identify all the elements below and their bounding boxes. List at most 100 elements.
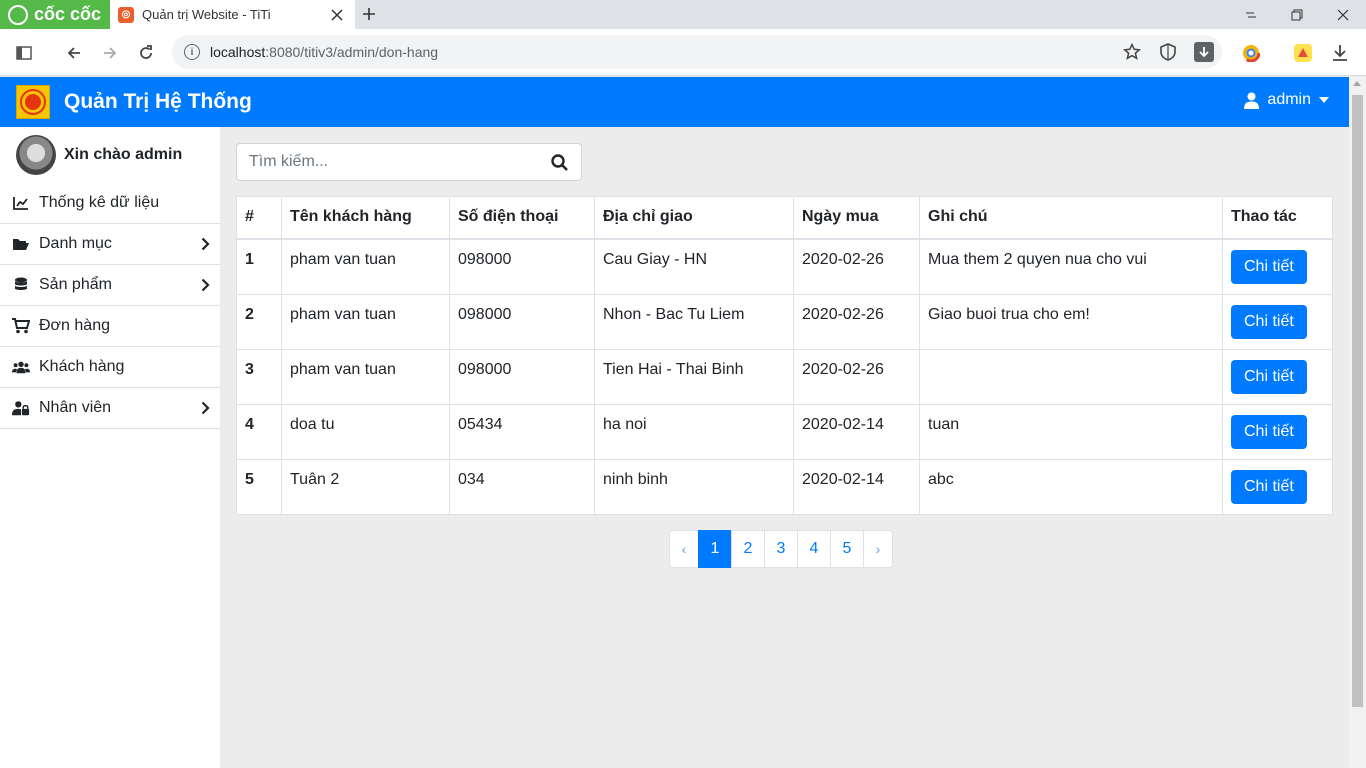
browser-tab[interactable]: ◎ Quản trị Website - TiTi xyxy=(110,0,355,29)
sidebar-greeting: Xin chào admin xyxy=(0,127,220,183)
page-scrollbar[interactable] xyxy=(1349,77,1366,768)
close-window-button[interactable] xyxy=(1320,0,1366,29)
scrollbar-thumb[interactable] xyxy=(1352,95,1363,707)
savior-extension-icon xyxy=(1294,44,1312,62)
bookmark-star-icon[interactable] xyxy=(1120,40,1144,64)
pagination-prev[interactable]: ‹ xyxy=(669,530,699,568)
pagination-page-3[interactable]: 3 xyxy=(764,530,798,568)
shield-icon[interactable] xyxy=(1156,40,1180,64)
close-tab-button[interactable] xyxy=(325,3,349,27)
cell-date: 2020-02-14 xyxy=(793,458,920,515)
detail-button[interactable]: Chi tiết xyxy=(1231,414,1307,449)
sidebar-item-products[interactable]: Sản phẩm xyxy=(0,265,220,306)
downloads-button[interactable] xyxy=(1327,40,1353,66)
column-header-date: Ngày mua xyxy=(793,196,920,240)
user-icon xyxy=(1244,92,1260,109)
browser-toolbar: i localhost:8080/titiv3/admin/don-hang xyxy=(0,29,1366,76)
reload-button[interactable] xyxy=(133,40,159,66)
sidebar-item-categories[interactable]: Danh mục xyxy=(0,224,220,265)
extension-button[interactable] xyxy=(1238,40,1264,66)
cell-customer-name: pham van tuan xyxy=(281,238,450,295)
download-page-icon[interactable] xyxy=(1192,40,1216,64)
forward-button[interactable] xyxy=(97,40,123,66)
cell-index: 4 xyxy=(236,403,282,460)
cell-address: ninh binh xyxy=(594,458,794,515)
detail-button[interactable]: Chi tiết xyxy=(1231,304,1307,339)
cell-date: 2020-02-26 xyxy=(793,293,920,350)
arrow-right-icon xyxy=(104,47,117,59)
user-dropdown[interactable]: admin xyxy=(1244,91,1329,109)
cell-note xyxy=(919,348,1223,405)
sidebar-toggle-button[interactable] xyxy=(11,40,37,66)
cell-address: ha noi xyxy=(594,403,794,460)
sidebar-item-staff[interactable]: Nhân viên xyxy=(0,388,220,429)
detail-button[interactable]: Chi tiết xyxy=(1231,359,1307,394)
pagination-page-5[interactable]: 5 xyxy=(830,530,864,568)
cell-date: 2020-02-26 xyxy=(793,348,920,405)
tab-title: Quản trị Website - TiTi xyxy=(142,7,271,22)
pagination: ‹ 1 2 3 4 5 › xyxy=(669,530,893,568)
cell-date: 2020-02-26 xyxy=(793,238,920,295)
minimize-icon xyxy=(1246,12,1256,17)
cell-phone: 05434 xyxy=(449,403,595,460)
pagination-page-1[interactable]: 1 xyxy=(698,530,732,568)
cell-note: abc xyxy=(919,458,1223,515)
avatar xyxy=(16,135,56,175)
column-header-address: Địa chỉ giao xyxy=(594,196,794,240)
search-input[interactable] xyxy=(237,144,537,180)
cell-customer-name: doa tu xyxy=(281,403,450,460)
adblock-button[interactable] xyxy=(1290,40,1316,66)
chart-line-icon xyxy=(12,196,30,210)
minimize-button[interactable] xyxy=(1228,0,1274,29)
sidebar-item-customers[interactable]: Khách hàng xyxy=(0,347,220,388)
search-button[interactable] xyxy=(537,144,581,180)
sidebar-item-label: Khách hàng xyxy=(39,358,125,375)
detail-button[interactable]: Chi tiết xyxy=(1231,469,1307,504)
sidebar-icon xyxy=(16,46,32,60)
cell-index: 3 xyxy=(236,348,282,405)
address-bar[interactable]: i localhost:8080/titiv3/admin/don-hang xyxy=(172,35,1222,69)
pagination-page-2[interactable]: 2 xyxy=(731,530,765,568)
cell-date: 2020-02-14 xyxy=(793,403,920,460)
table-row: 5 Tuân 2 034 ninh binh 2020-02-14 abc Ch… xyxy=(236,458,1333,515)
logo-emblem-icon xyxy=(22,91,44,113)
sidebar-item-label: Sản phẩm xyxy=(39,276,112,293)
pagination-next[interactable]: › xyxy=(863,530,893,568)
cell-phone: 098000 xyxy=(449,348,595,405)
cell-phone: 034 xyxy=(449,458,595,515)
brand-title[interactable]: Quản Trị Hệ Thống xyxy=(64,90,252,114)
column-header-customer-name: Tên khách hàng xyxy=(281,196,450,240)
window-controls xyxy=(1228,0,1366,29)
coccoc-logo[interactable]: cốc cốc xyxy=(0,0,110,29)
cell-customer-name: Tuân 2 xyxy=(281,458,450,515)
sidebar-item-orders[interactable]: Đơn hàng xyxy=(0,306,220,347)
restore-button[interactable] xyxy=(1274,0,1320,29)
sidebar: Xin chào admin Thống kê dữ liệu Danh mục… xyxy=(0,127,220,768)
arrow-left-icon xyxy=(67,47,80,59)
user-lock-icon xyxy=(12,400,30,416)
user-name: admin xyxy=(1267,91,1311,108)
cell-note: tuan xyxy=(919,403,1223,460)
table-header-row: # Tên khách hàng Số điện thoại Địa chỉ g… xyxy=(236,196,1333,240)
url-host: localhost xyxy=(210,44,266,60)
sidebar-item-statistics[interactable]: Thống kê dữ liệu xyxy=(0,183,220,224)
sidebar-item-label: Đơn hàng xyxy=(39,317,110,334)
cell-note: Giao buoi trua cho em! xyxy=(919,293,1223,350)
download-icon xyxy=(1333,45,1347,61)
cell-actions: Chi tiết xyxy=(1222,293,1333,350)
plus-icon xyxy=(363,8,375,20)
cell-phone: 098000 xyxy=(449,293,595,350)
column-header-index: # xyxy=(236,196,282,240)
info-icon[interactable]: i xyxy=(184,44,200,60)
brand-logo[interactable] xyxy=(16,85,50,119)
cell-customer-name: pham van tuan xyxy=(281,293,450,350)
back-button[interactable] xyxy=(61,40,87,66)
detail-button[interactable]: Chi tiết xyxy=(1231,249,1307,284)
reload-icon xyxy=(140,45,152,59)
new-tab-button[interactable] xyxy=(358,3,380,25)
pagination-page-4[interactable]: 4 xyxy=(797,530,831,568)
address-bar-actions xyxy=(1120,40,1216,64)
scroll-up-arrow-icon[interactable] xyxy=(1353,81,1361,86)
sidebar-item-label: Thống kê dữ liệu xyxy=(39,194,160,211)
search-form xyxy=(236,143,582,181)
